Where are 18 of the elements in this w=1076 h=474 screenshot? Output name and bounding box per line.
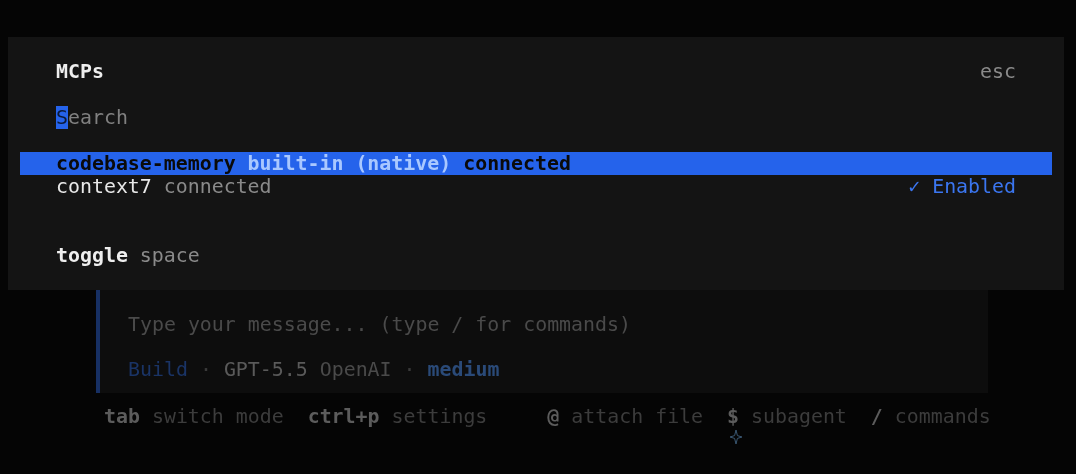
model-name[interactable]: GPT-5.5 [223, 358, 308, 381]
reasoning-effort[interactable]: medium [427, 358, 500, 381]
shortcut-key: $ [727, 405, 740, 428]
shortcut-key: @ [547, 405, 560, 428]
separator-dot: · [403, 358, 416, 381]
shortcut-key: / [870, 405, 883, 428]
dialog-title: MCPs [56, 60, 104, 83]
shortcut-key: ctrl+p [307, 405, 380, 428]
mcp-list-item[interactable]: context7 connected ✓ Enabled [20, 175, 1052, 198]
close-hint[interactable]: esc [980, 60, 1016, 83]
shortcut-key: tab [104, 405, 140, 428]
search-field[interactable]: Search [56, 106, 128, 129]
enabled-status: ✓ Enabled [908, 175, 1016, 198]
separator-dot: · [199, 358, 212, 381]
provider-name: OpenAI [319, 358, 392, 381]
input-placeholder: Type your message... (type / for commands) [128, 313, 632, 336]
sparkle-icon [730, 430, 742, 444]
mcp-list-item[interactable]: codebase-memory built-in (native) connected [20, 152, 1052, 175]
